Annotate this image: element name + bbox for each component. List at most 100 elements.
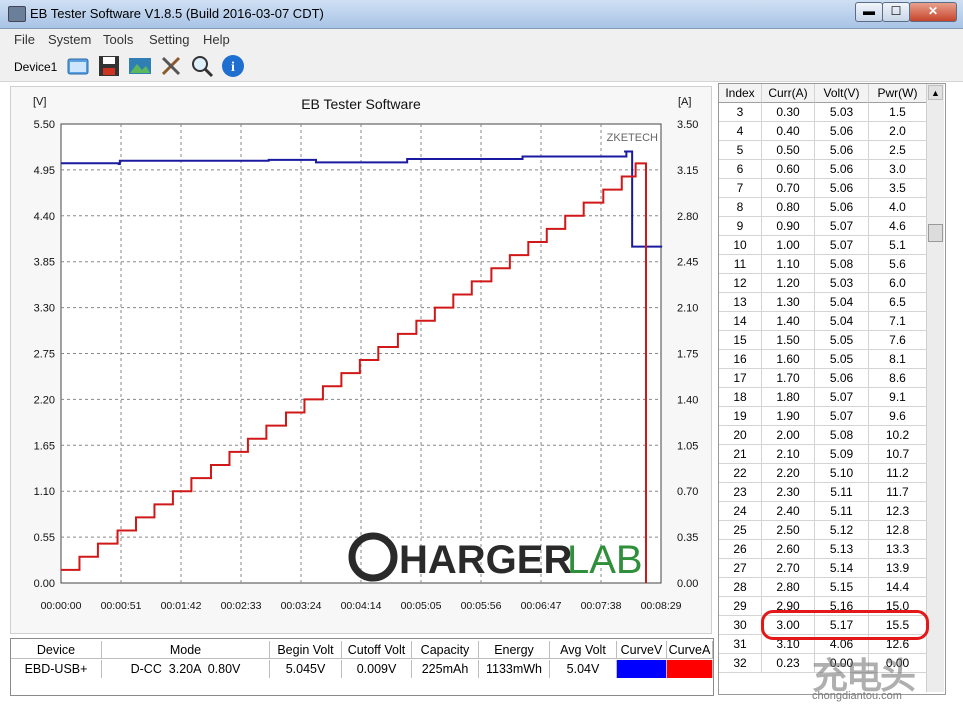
row-pwr: 7.6 xyxy=(869,331,927,350)
row-pwr: 9.1 xyxy=(869,388,927,407)
table-row[interactable]: 26 2.60 5.13 13.3 xyxy=(719,540,928,559)
table-row[interactable]: 23 2.30 5.11 11.7 xyxy=(719,483,928,502)
table-row[interactable]: 21 2.10 5.09 10.7 xyxy=(719,445,928,464)
maximize-button[interactable]: ☐ xyxy=(882,2,910,22)
col-curr[interactable]: Curr(A) xyxy=(762,84,815,103)
summary-header-cutoff-volt: Cutoff Volt xyxy=(342,641,412,659)
table-row[interactable]: 24 2.40 5.11 12.3 xyxy=(719,502,928,521)
row-index: 3 xyxy=(719,103,762,122)
table-row[interactable]: 14 1.40 5.04 7.1 xyxy=(719,312,928,331)
curve-v-color-swatch[interactable] xyxy=(617,660,667,678)
menu-system[interactable]: System xyxy=(48,32,91,47)
row-volt: 5.06 xyxy=(815,160,869,179)
row-index: 20 xyxy=(719,426,762,445)
table-row[interactable]: 22 2.20 5.10 11.2 xyxy=(719,464,928,483)
picture-icon[interactable] xyxy=(128,54,152,78)
col-pwr[interactable]: Pwr(W) xyxy=(869,84,927,103)
table-row[interactable]: 12 1.20 5.03 6.0 xyxy=(719,274,928,293)
row-pwr: 7.1 xyxy=(869,312,927,331)
row-pwr: 2.0 xyxy=(869,122,927,141)
minimize-button[interactable]: ▬ xyxy=(855,2,883,22)
y-right-unit: [A] xyxy=(678,96,691,108)
row-volt: 5.06 xyxy=(815,179,869,198)
save-icon[interactable] xyxy=(97,54,121,78)
row-index: 16 xyxy=(719,350,762,369)
table-scrollbar[interactable]: ▲ xyxy=(926,84,944,692)
table-row[interactable]: 18 1.80 5.07 9.1 xyxy=(719,388,928,407)
row-index: 18 xyxy=(719,388,762,407)
y-right-tick: 2.80 xyxy=(677,211,698,223)
y-left-tick: 1.10 xyxy=(34,486,55,498)
row-volt: 5.03 xyxy=(815,274,869,293)
row-curr: 1.70 xyxy=(762,369,815,388)
row-index: 21 xyxy=(719,445,762,464)
table-row[interactable]: 27 2.70 5.14 13.9 xyxy=(719,559,928,578)
menu-tools[interactable]: Tools xyxy=(103,32,133,47)
info-icon[interactable]: i xyxy=(221,54,245,78)
magnifier-icon[interactable] xyxy=(190,54,214,78)
table-row[interactable]: 10 1.00 5.07 5.1 xyxy=(719,236,928,255)
row-volt: 5.10 xyxy=(815,464,869,483)
summary-cutoff-volt: 0.009V xyxy=(342,660,412,678)
row-pwr: 2.5 xyxy=(869,141,927,160)
row-volt: 5.05 xyxy=(815,331,869,350)
row-index: 8 xyxy=(719,198,762,217)
summary-device: EBD-USB+ xyxy=(11,660,102,678)
col-index[interactable]: Index xyxy=(719,84,762,103)
x-tick: 00:06:47 xyxy=(521,600,562,612)
y-left-tick: 0.55 xyxy=(34,532,55,544)
row-index: 30 xyxy=(719,616,762,635)
summary-mode: D-CC 3.20A 0.80V xyxy=(102,660,270,678)
table-row[interactable]: 7 0.70 5.06 3.5 xyxy=(719,179,928,198)
row-volt: 5.07 xyxy=(815,236,869,255)
summary-header-avg-volt: Avg Volt xyxy=(550,641,617,659)
row-volt: 5.05 xyxy=(815,350,869,369)
table-row[interactable]: 16 1.60 5.05 8.1 xyxy=(719,350,928,369)
y-right-tick: 0.70 xyxy=(677,486,698,498)
table-row[interactable]: 28 2.80 5.15 14.4 xyxy=(719,578,928,597)
menu-setting[interactable]: Setting xyxy=(149,32,189,47)
row-curr: 2.60 xyxy=(762,540,815,559)
summary-header-curve-v: CurveV xyxy=(617,641,667,659)
table-row[interactable]: 6 0.60 5.06 3.0 xyxy=(719,160,928,179)
row-pwr: 3.0 xyxy=(869,160,927,179)
scroll-thumb[interactable] xyxy=(928,224,943,242)
scroll-up-arrow[interactable]: ▲ xyxy=(928,85,943,100)
table-row[interactable]: 5 0.50 5.06 2.5 xyxy=(719,141,928,160)
row-volt: 5.06 xyxy=(815,122,869,141)
site-watermark: chongdiantou.com xyxy=(812,690,902,702)
table-row[interactable]: 20 2.00 5.08 10.2 xyxy=(719,426,928,445)
table-row[interactable]: 19 1.90 5.07 9.6 xyxy=(719,407,928,426)
table-row[interactable]: 8 0.80 5.06 4.0 xyxy=(719,198,928,217)
table-row[interactable]: 13 1.30 5.04 6.5 xyxy=(719,293,928,312)
row-pwr: 13.9 xyxy=(869,559,927,578)
y-left-tick: 4.95 xyxy=(34,165,55,177)
y-right-tick: 0.35 xyxy=(677,532,698,544)
folder-open-icon[interactable] xyxy=(66,54,90,78)
summary-energy: 1133mWh xyxy=(479,660,550,678)
curve-a-color-swatch[interactable] xyxy=(667,660,713,678)
close-button[interactable]: ✕ xyxy=(909,2,957,22)
y-right-tick: 2.45 xyxy=(677,257,698,269)
row-volt: 5.09 xyxy=(815,445,869,464)
table-header: Index Curr(A) Volt(V) Pwr(W) xyxy=(719,84,928,103)
table-row[interactable]: 15 1.50 5.05 7.6 xyxy=(719,331,928,350)
table-row[interactable]: 17 1.70 5.06 8.6 xyxy=(719,369,928,388)
row-pwr: 10.2 xyxy=(869,426,927,445)
row-curr: 2.00 xyxy=(762,426,815,445)
row-index: 19 xyxy=(719,407,762,426)
table-row[interactable]: 25 2.50 5.12 12.8 xyxy=(719,521,928,540)
device-selector[interactable]: Device1 xyxy=(14,60,57,74)
y-left-tick: 3.30 xyxy=(34,303,55,315)
row-curr: 2.30 xyxy=(762,483,815,502)
y-right-tick: 1.75 xyxy=(677,349,698,361)
menu-file[interactable]: File xyxy=(14,32,35,47)
col-volt[interactable]: Volt(V) xyxy=(815,84,869,103)
table-row[interactable]: 9 0.90 5.07 4.6 xyxy=(719,217,928,236)
table-row[interactable]: 3 0.30 5.03 1.5 xyxy=(719,103,928,122)
y-right-tick: 1.40 xyxy=(677,394,698,406)
tools-icon[interactable] xyxy=(159,54,183,78)
menu-help[interactable]: Help xyxy=(203,32,230,47)
table-row[interactable]: 11 1.10 5.08 5.6 xyxy=(719,255,928,274)
table-row[interactable]: 4 0.40 5.06 2.0 xyxy=(719,122,928,141)
